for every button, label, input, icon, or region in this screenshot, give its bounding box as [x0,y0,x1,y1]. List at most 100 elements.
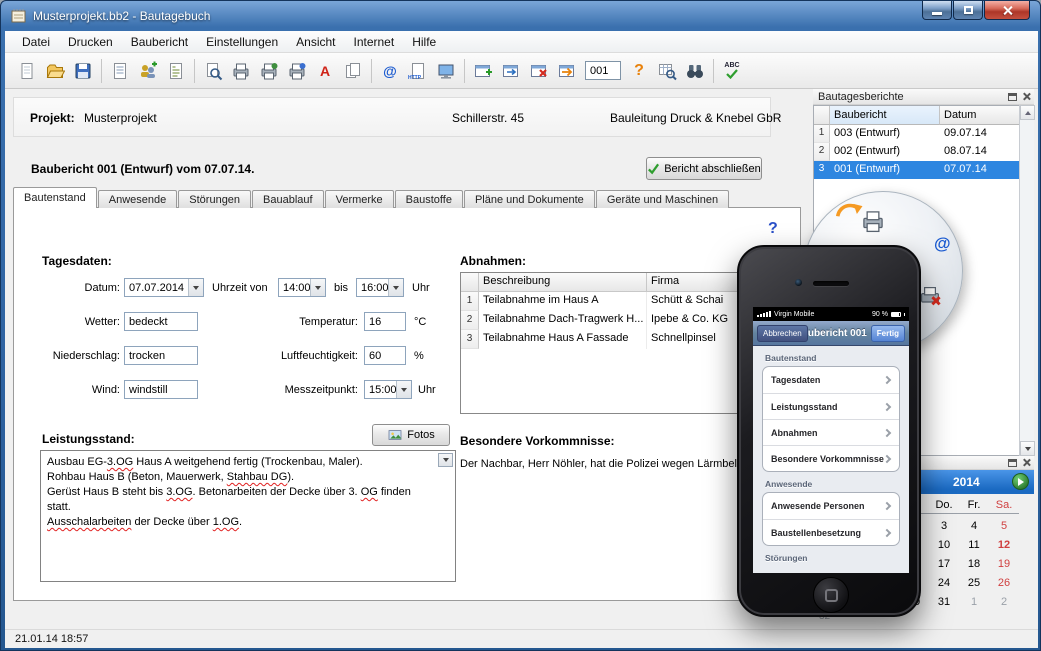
print-all-icon[interactable] [283,57,311,85]
print-icon[interactable] [227,57,255,85]
reports-scrollbar[interactable] [1019,105,1034,456]
phone-cancel-button[interactable]: Abbrechen [757,325,808,342]
spellcheck-icon[interactable]: ABC [718,57,746,85]
abnahmen-row[interactable]: 2 Teilabnahme Dach-Tragwerk H... Ipebe &… [461,311,743,330]
menu-internet[interactable]: Internet [345,32,404,52]
save-icon[interactable] [69,57,97,85]
scroll-up-icon[interactable] [1020,105,1035,120]
copy-pages-icon[interactable] [339,57,367,85]
tab-geraete-maschinen[interactable]: Geräte und Maschinen [596,190,729,208]
uhrzeit-von-combo[interactable]: 14:00 [278,278,326,297]
calendar-day[interactable]: 3 [929,517,959,536]
tab-anwesende[interactable]: Anwesende [98,190,178,208]
leistungsstand-textarea[interactable]: Ausbau EG-3.OG Haus A weitgehend fertig … [40,450,456,582]
datum-dropdown-icon[interactable] [188,279,203,296]
close-panel-icon[interactable] [1022,92,1031,101]
phone-row-abnahmen[interactable]: Abnahmen [763,419,899,445]
float-panel-icon[interactable] [1008,459,1017,467]
close-button[interactable] [984,1,1030,20]
goto-report-icon[interactable] [553,57,581,85]
calendar-day[interactable]: 26 [989,574,1019,593]
http-upload-icon[interactable]: HTTP [404,57,432,85]
close-panel-icon[interactable] [1022,458,1031,467]
open-folder-icon[interactable] [41,57,69,85]
tab-bauablauf[interactable]: Bauablauf [252,190,324,208]
finish-report-button[interactable]: Bericht abschließen [646,157,762,180]
context-help[interactable]: ? [768,220,778,238]
fotos-button[interactable]: Fotos [372,424,450,446]
delete-report-icon[interactable] [525,57,553,85]
messzeitpunkt-combo[interactable]: 15:00 [364,380,412,399]
leistungsstand-dropdown-icon[interactable] [438,453,453,467]
transfer-report-icon[interactable] [497,57,525,85]
menu-einstellungen[interactable]: Einstellungen [197,32,287,52]
temperatur-input[interactable] [364,312,406,331]
phone-row-anwesende-personen[interactable]: Anwesende Personen [763,493,899,519]
phone-row-vorkommnisse[interactable]: Besondere Vorkommnisse [763,445,899,471]
abnahmen-row[interactable]: 1 Teilabnahme im Haus A Schütt & Schai [461,292,743,311]
zoom-table-icon[interactable] [653,57,681,85]
calendar-day[interactable]: 19 [989,555,1019,574]
scroll-down-icon[interactable] [1020,441,1035,456]
add-users-icon[interactable] [134,57,162,85]
tab-bautenstand[interactable]: Bautenstand [13,187,97,208]
tab-vermerke[interactable]: Vermerke [325,190,394,208]
calendar-day[interactable]: 5 [989,517,1019,536]
new-report-icon[interactable] [469,57,497,85]
wind-input[interactable] [124,380,198,399]
minimize-button[interactable] [922,1,952,20]
home-button[interactable] [813,577,849,613]
calendar-day[interactable]: 31 [929,593,959,612]
print-report-icon[interactable] [255,57,283,85]
calendar-day[interactable]: 12 [989,536,1019,555]
calendar-day[interactable]: 24 [929,574,959,593]
vorkommnisse-text[interactable]: Der Nachbar, Herr Nöhler, hat die Polize… [460,458,738,470]
tab-stoerungen[interactable]: Störungen [178,190,251,208]
phone-row-leistungsstand[interactable]: Leistungsstand [763,393,899,419]
tab-plaene-dokumente[interactable]: Pläne und Dokumente [464,190,595,208]
calendar-day[interactable]: 17 [929,555,959,574]
search-binoculars-icon[interactable] [681,57,709,85]
calendar-day[interactable]: 11 [959,536,989,555]
pdf-export-icon[interactable]: A [311,57,339,85]
calendar-day-next-month[interactable]: 2 [989,593,1019,612]
report-number-input[interactable] [585,61,621,80]
menu-ansicht[interactable]: Ansicht [287,32,344,52]
tab-baustoffe[interactable]: Baustoffe [395,190,463,208]
help-icon[interactable]: ? [625,57,653,85]
abnahmen-row[interactable]: 3 Teilabnahme Haus A Fassade Schnellpins… [461,330,743,349]
maximize-button[interactable] [953,1,983,20]
new-document-icon[interactable] [13,57,41,85]
calendar-next-icon[interactable] [1012,473,1029,490]
report-list-icon[interactable] [106,57,134,85]
report-row[interactable]: 2 002 (Entwurf) 08.07.14 [814,143,1033,161]
menu-hilfe[interactable]: Hilfe [403,32,445,52]
abnahmen-col-firma[interactable]: Firma [647,273,743,292]
send-email-icon[interactable]: @ [376,57,404,85]
float-panel-icon[interactable] [1008,93,1017,101]
niederschlag-input[interactable] [124,346,198,365]
datum-combo[interactable]: 07.07.2014 [124,278,204,297]
uhrzeit-bis-dropdown-icon[interactable] [388,279,403,296]
report-row[interactable]: 1 003 (Entwurf) 09.07.14 [814,125,1033,143]
uhrzeit-bis-combo[interactable]: 16:00 [356,278,404,297]
phone-row-tagesdaten[interactable]: Tagesdaten [763,367,899,393]
calendar-day[interactable]: 18 [959,555,989,574]
calendar-day-next-month[interactable]: 1 [959,593,989,612]
menu-drucken[interactable]: Drucken [59,32,122,52]
abnahmen-col-beschreibung[interactable]: Beschreibung [479,273,647,292]
print-preview-icon[interactable] [199,57,227,85]
calendar-day[interactable]: 10 [929,536,959,555]
notes-list-icon[interactable] [162,57,190,85]
report-row-selected[interactable]: 3 001 (Entwurf) 07.07.14 [814,161,1033,179]
messzeitpunkt-dropdown-icon[interactable] [396,381,411,398]
phone-row-baustellenbesetzung[interactable]: Baustellenbesetzung [763,519,899,545]
calendar-day[interactable]: 25 [959,574,989,593]
calendar-day[interactable]: 4 [959,517,989,536]
luftfeuchtigkeit-input[interactable] [364,346,406,365]
phone-done-button[interactable]: Fertig [871,325,905,342]
reports-col-baubericht[interactable]: Baubericht [830,106,940,125]
menu-datei[interactable]: Datei [13,32,59,52]
screen-view-icon[interactable] [432,57,460,85]
uhrzeit-von-dropdown-icon[interactable] [310,279,325,296]
